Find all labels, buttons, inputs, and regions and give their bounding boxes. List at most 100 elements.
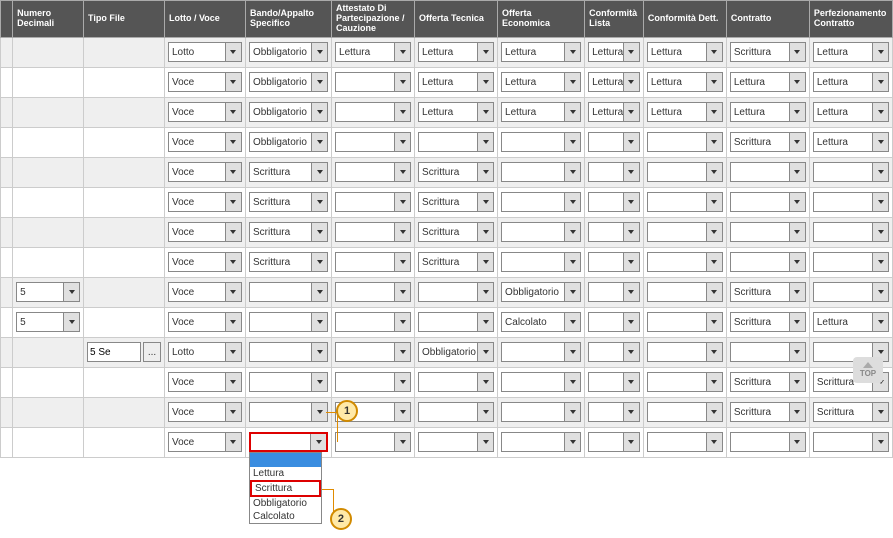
select-field[interactable]: Scrittura: [730, 282, 806, 302]
select-field[interactable]: Lettura: [418, 102, 494, 122]
select-field[interactable]: Lettura: [418, 42, 494, 62]
select-option[interactable]: Scrittura: [250, 480, 321, 497]
select-field[interactable]: Lettura: [730, 102, 806, 122]
select-field[interactable]: [588, 252, 640, 272]
select-field[interactable]: [335, 162, 411, 182]
select-field[interactable]: [249, 312, 328, 332]
select-field[interactable]: Voce: [168, 252, 242, 272]
select-field[interactable]: 5: [16, 312, 80, 332]
select-field[interactable]: Voce: [168, 282, 242, 302]
select-field[interactable]: Scrittura: [249, 192, 328, 212]
select-field[interactable]: [501, 222, 581, 242]
select-field[interactable]: Scrittura: [418, 252, 494, 272]
select-field[interactable]: [335, 192, 411, 212]
select-field[interactable]: [588, 162, 640, 182]
select-field[interactable]: [647, 132, 723, 152]
select-field[interactable]: [730, 432, 806, 452]
select-field[interactable]: Voce: [168, 162, 242, 182]
select-field[interactable]: Scrittura: [418, 162, 494, 182]
select-field[interactable]: [249, 372, 328, 392]
select-field[interactable]: [418, 372, 494, 392]
select-field[interactable]: Obbligatorio: [249, 102, 328, 122]
select-field[interactable]: [647, 342, 723, 362]
select-field[interactable]: Scrittura: [418, 192, 494, 212]
select-field[interactable]: [647, 402, 723, 422]
select-field[interactable]: Obbligatorio: [501, 282, 581, 302]
select-field[interactable]: Lettura: [647, 42, 723, 62]
select-field[interactable]: [813, 282, 889, 302]
select-field[interactable]: [335, 342, 411, 362]
select-field[interactable]: Lettura: [588, 72, 640, 92]
select-field[interactable]: [335, 432, 411, 452]
select-field[interactable]: Scrittura: [813, 402, 889, 422]
select-field[interactable]: [647, 372, 723, 392]
select-field[interactable]: Lettura: [501, 42, 581, 62]
select-field[interactable]: Lettura: [501, 72, 581, 92]
select-field[interactable]: Scrittura: [418, 222, 494, 242]
select-field[interactable]: [501, 132, 581, 152]
select-option[interactable]: Calcolato: [250, 510, 321, 523]
select-field[interactable]: [249, 432, 328, 452]
select-field[interactable]: Lettura: [501, 102, 581, 122]
select-field[interactable]: [249, 282, 328, 302]
select-field[interactable]: [418, 132, 494, 152]
select-field[interactable]: [249, 402, 328, 422]
select-field[interactable]: [647, 312, 723, 332]
select-field[interactable]: [335, 282, 411, 302]
select-field[interactable]: Voce: [168, 432, 242, 452]
select-field[interactable]: Lettura: [335, 42, 411, 62]
select-field[interactable]: [418, 312, 494, 332]
select-field[interactable]: Lettura: [588, 42, 640, 62]
select-option[interactable]: [250, 453, 321, 467]
select-field[interactable]: Lettura: [813, 42, 889, 62]
tipo-file-input[interactable]: [87, 342, 141, 362]
select-field[interactable]: [588, 132, 640, 152]
select-field[interactable]: Scrittura: [730, 402, 806, 422]
select-field[interactable]: Obbligatorio: [249, 132, 328, 152]
select-field[interactable]: Obbligatorio: [249, 42, 328, 62]
select-field[interactable]: Lettura: [647, 102, 723, 122]
select-field[interactable]: Voce: [168, 72, 242, 92]
select-field[interactable]: Lettura: [813, 312, 889, 332]
select-field[interactable]: Voce: [168, 402, 242, 422]
scroll-top-button[interactable]: TOP: [853, 357, 883, 383]
select-field[interactable]: [647, 192, 723, 212]
select-field[interactable]: [501, 402, 581, 422]
select-field[interactable]: [730, 192, 806, 212]
select-field[interactable]: [730, 162, 806, 182]
select-field[interactable]: Lettura: [647, 72, 723, 92]
select-option[interactable]: Obbligatorio: [250, 497, 321, 510]
select-field[interactable]: [647, 282, 723, 302]
select-field[interactable]: [588, 282, 640, 302]
select-field[interactable]: [647, 162, 723, 182]
select-field[interactable]: Voce: [168, 102, 242, 122]
select-field[interactable]: 5: [16, 282, 80, 302]
select-field[interactable]: Scrittura: [730, 132, 806, 152]
select-field[interactable]: [501, 162, 581, 182]
select-field[interactable]: Voce: [168, 132, 242, 152]
select-field[interactable]: [588, 342, 640, 362]
select-field[interactable]: Scrittura: [249, 162, 328, 182]
select-field[interactable]: Obbligatorio: [418, 342, 494, 362]
select-field[interactable]: [418, 402, 494, 422]
select-field[interactable]: [418, 432, 494, 452]
select-field[interactable]: [501, 432, 581, 452]
select-field[interactable]: [588, 402, 640, 422]
select-field[interactable]: [588, 372, 640, 392]
select-field[interactable]: [501, 252, 581, 272]
select-field[interactable]: [588, 222, 640, 242]
select-field[interactable]: Calcolato: [501, 312, 581, 332]
select-field[interactable]: [335, 372, 411, 392]
select-field[interactable]: [588, 312, 640, 332]
select-field[interactable]: [730, 222, 806, 242]
select-field[interactable]: Voce: [168, 312, 242, 332]
select-field[interactable]: [335, 132, 411, 152]
select-field[interactable]: [588, 432, 640, 452]
select-field[interactable]: Lettura: [813, 72, 889, 92]
select-field[interactable]: [647, 252, 723, 272]
select-field[interactable]: [249, 342, 328, 362]
select-field[interactable]: Lettura: [813, 102, 889, 122]
select-field[interactable]: Scrittura: [730, 312, 806, 332]
select-field[interactable]: Voce: [168, 222, 242, 242]
select-field[interactable]: Scrittura: [730, 42, 806, 62]
